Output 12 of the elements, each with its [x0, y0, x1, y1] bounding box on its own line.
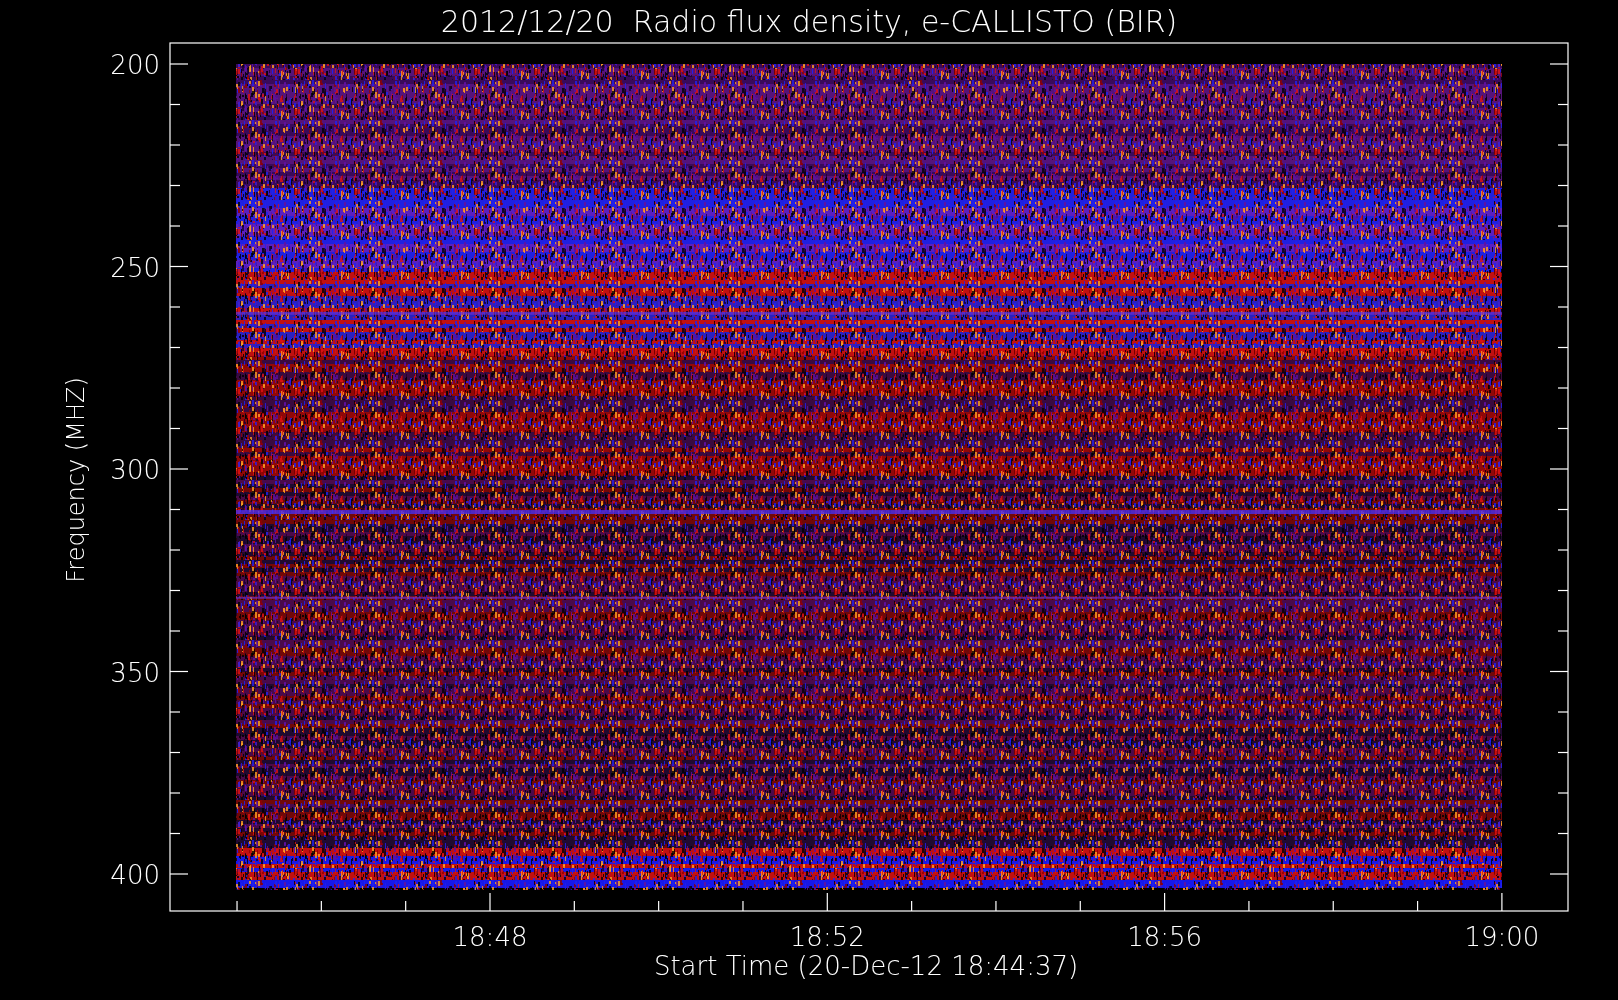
x-tick-label: 18:48 — [452, 922, 528, 952]
y-tick-label: 250 — [110, 252, 160, 283]
x-tick-label: 19:00 — [1464, 922, 1540, 952]
x-axis-label: Start Time (20-Dec-12 18:44:37) — [653, 951, 1079, 981]
y-tick-label: 200 — [110, 50, 160, 80]
y-tick-label: 400 — [110, 860, 160, 890]
x-tick-label: 18:52 — [789, 922, 865, 952]
y-axis-label: Frequency (MHZ) — [62, 377, 90, 583]
x-tick-label: 18:56 — [1127, 922, 1203, 952]
y-tick-label: 350 — [110, 657, 160, 688]
y-tick-label: 300 — [110, 455, 160, 485]
chart-title: 2012/12/20 Radio flux density, e-CALLISTO (BIR) — [440, 4, 1178, 39]
